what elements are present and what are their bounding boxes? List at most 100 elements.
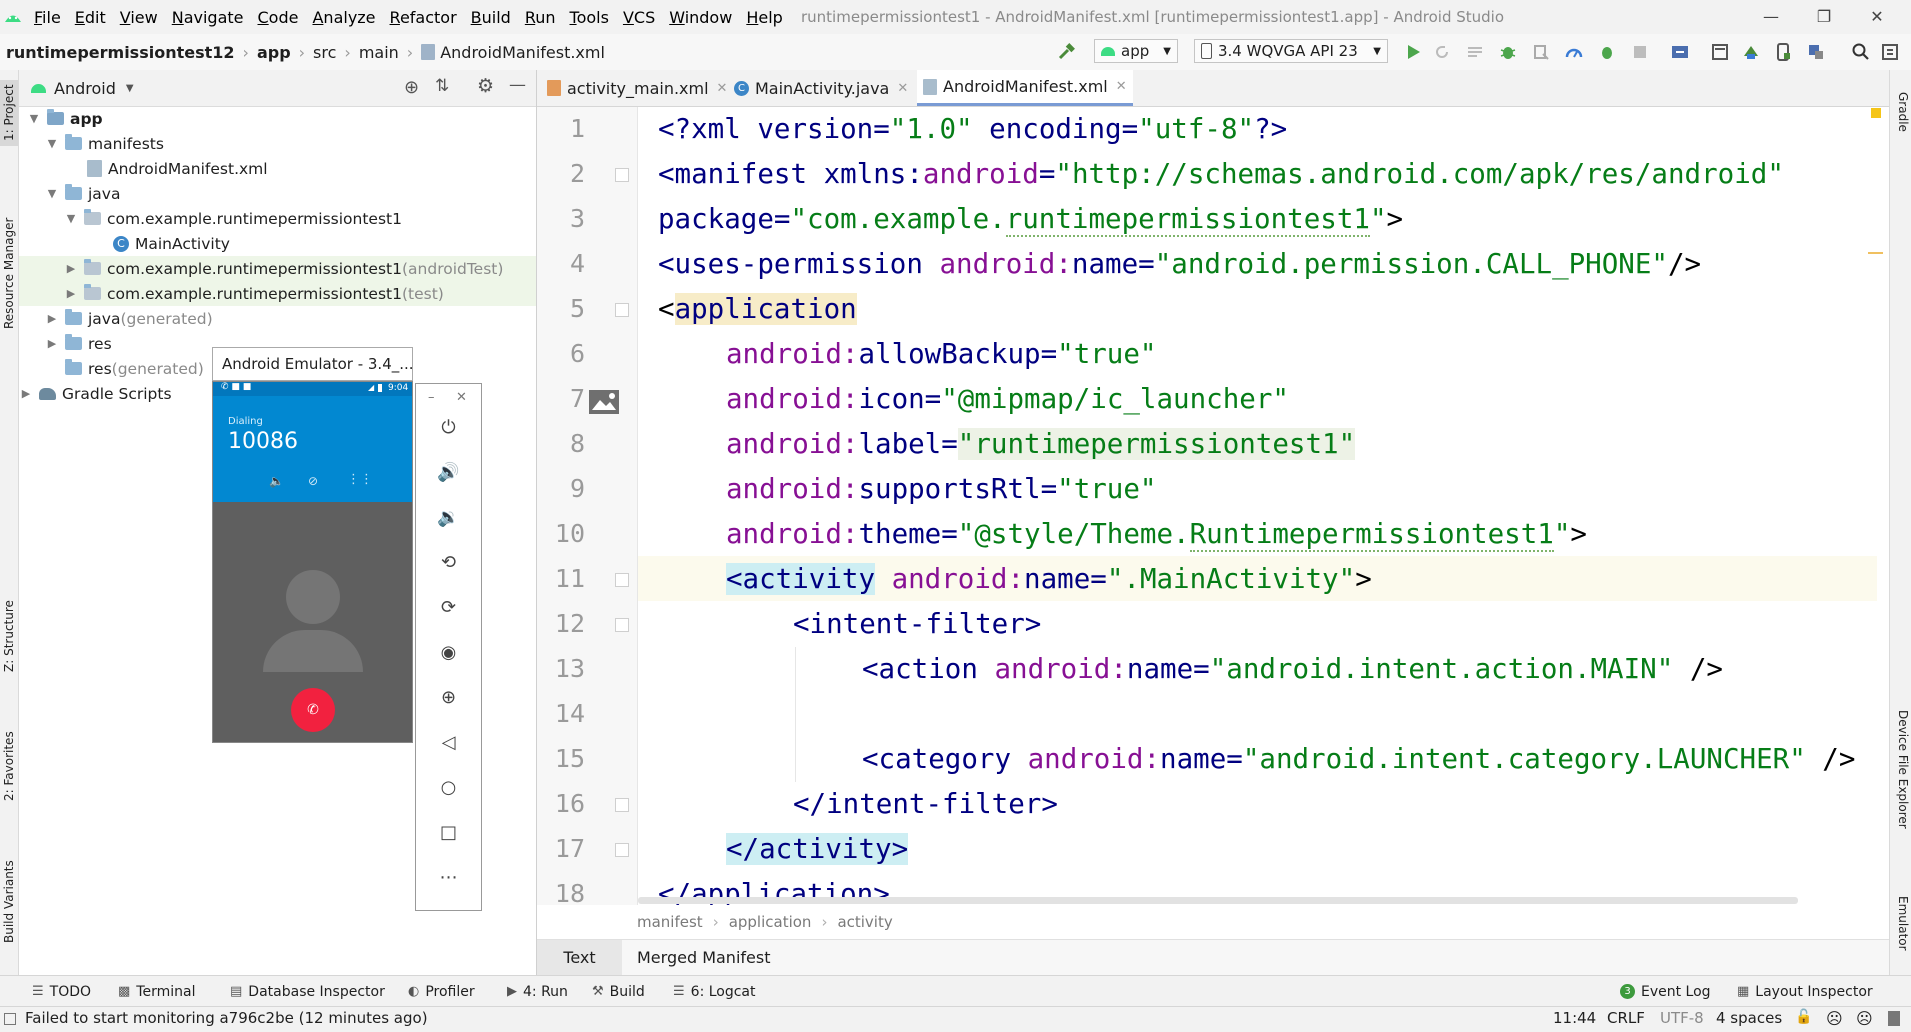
crumb-module[interactable]: app [257,43,291,62]
event-log-tool-button[interactable]: 3 Event Log [1620,976,1711,1007]
structure-tool-button[interactable]: Z: Structure [0,590,18,682]
todo-tool-button[interactable]: ☰ TODO [32,976,91,1007]
collapsed-arrow-icon[interactable]: ▶ [64,287,78,300]
attach-process-icon[interactable] [1597,42,1617,62]
stop-icon[interactable] [1630,42,1650,62]
overview-icon[interactable]: □ [416,822,481,843]
crumb-file[interactable]: AndroidManifest.xml [440,43,605,62]
crumb-main[interactable]: main [359,43,399,62]
emulator-tool-button[interactable]: Emulator [1892,896,1910,966]
collapsed-arrow-icon[interactable]: ▶ [45,312,59,325]
tree-item-java[interactable]: ▼ java [19,181,536,206]
build-variants-tool-button[interactable]: Build Variants [0,850,18,954]
expanded-arrow-icon[interactable]: ▼ [27,112,41,125]
fold-toggle-icon[interactable] [615,618,629,632]
hide-panel-icon[interactable]: — [509,75,526,95]
account-icon[interactable] [1880,42,1900,62]
speaker-icon[interactable]: 🔈 [269,474,284,488]
crumb-src[interactable]: src [313,43,336,62]
settings-gear-icon[interactable]: ⚙ [477,75,494,97]
resource-manager-tool-button[interactable]: Resource Manager [0,208,18,338]
run-icon[interactable] [1403,42,1423,62]
sdk-manager-icon[interactable] [1741,42,1761,62]
profiler-tool-button[interactable]: ◐ Profiler [408,976,475,1007]
emulator-close-icon[interactable]: ✕ [456,390,467,405]
tree-item-manifests[interactable]: ▼ manifests [19,131,536,156]
close-window-button[interactable]: ✕ [1862,6,1892,28]
tab-androidmanifest[interactable]: AndroidManifest.xml ✕ [917,70,1133,106]
device-select[interactable]: 3.4 WQVGA API 23 ▼ [1194,39,1388,63]
line-separator[interactable]: CRLF [1607,1009,1645,1027]
device-manager-icon[interactable] [1773,42,1793,62]
tree-item-androidmanifest[interactable]: AndroidManifest.xml [19,156,536,181]
indent-setting[interactable]: 4 spaces [1716,1009,1782,1027]
more-icon[interactable]: ⋯ [416,867,481,888]
apply-code-changes-icon[interactable] [1465,42,1485,62]
collapsed-arrow-icon[interactable]: ▶ [45,337,59,350]
logcat-tool-button[interactable]: ☰ 6: Logcat [673,976,756,1007]
menu-analyze[interactable]: Analyze [312,8,375,27]
breadcrumb-manifest[interactable]: manifest [637,913,703,931]
close-tab-icon[interactable]: ✕ [1116,79,1127,94]
menu-code[interactable]: Code [258,8,299,27]
minimize-button[interactable]: — [1756,6,1786,28]
status-message[interactable]: Failed to start monitoring a796c2be (12 … [25,1009,428,1027]
fold-toggle-icon[interactable] [615,573,629,587]
expanded-arrow-icon[interactable]: ▼ [64,212,78,225]
run-config-select[interactable]: app ▼ [1094,39,1178,63]
expanded-arrow-icon[interactable]: ▼ [45,137,59,150]
run-tool-button[interactable]: ▶ 4: Run [507,976,568,1007]
caret-position[interactable]: 11:44 [1553,1009,1596,1027]
avd-manager-icon[interactable] [1710,42,1730,62]
close-tab-icon[interactable]: ✕ [897,81,908,96]
tree-item-package-androidtest[interactable]: ▶ com.example.runtimepermissiontest1 (an… [19,256,536,281]
project-structure-icon[interactable] [1806,42,1826,62]
menu-tools[interactable]: Tools [570,8,609,27]
crumb-project[interactable]: runtimepermissiontest12 [6,43,235,62]
menu-navigate[interactable]: Navigate [172,8,244,27]
camera-icon[interactable]: ◉ [416,642,481,663]
breadcrumb-activity[interactable]: activity [837,913,892,931]
favorites-tool-button[interactable]: 2: Favorites [0,718,18,814]
horizontal-scrollbar[interactable] [638,897,1798,904]
project-tool-button[interactable]: 1: Project [0,80,18,146]
status-square-icon[interactable] [4,1013,16,1025]
tree-item-java-generated[interactable]: ▶ java (generated) [19,306,536,331]
apply-changes-icon[interactable] [1432,42,1452,62]
terminal-tool-button[interactable]: ▩ Terminal [118,976,195,1007]
menu-help[interactable]: Help [746,8,782,27]
tree-item-app[interactable]: ▼ app [19,106,536,131]
fold-end-icon[interactable] [615,798,629,812]
attach-debugger-icon[interactable] [1531,42,1551,62]
database-inspector-tool-button[interactable]: ▤ Database Inspector [230,976,385,1007]
rotate-right-icon[interactable]: ⟳ [416,597,481,618]
zoom-icon[interactable]: ⊕ [416,687,481,708]
mute-icon[interactable]: ⊘ [308,474,318,488]
file-encoding[interactable]: UTF-8 [1660,1009,1704,1027]
emulator-title[interactable]: Android Emulator - 3.4_... [212,347,413,381]
end-call-button[interactable]: ✆ [291,688,335,732]
dialpad-icon[interactable]: ⋮⋮ [347,472,373,487]
menu-edit[interactable]: Edit [75,8,106,27]
sync-project-icon[interactable] [1670,42,1690,62]
close-tab-icon[interactable]: ✕ [717,81,728,96]
rotate-left-icon[interactable]: ⟲ [416,552,481,573]
make-project-hammer-icon[interactable] [1056,42,1076,62]
gradle-tool-button[interactable]: Gradle [1892,92,1910,152]
build-tool-button[interactable]: ⚒ Build [592,976,645,1007]
tree-item-package-main[interactable]: ▼ com.example.runtimepermissiontest1 [19,206,536,231]
menu-view[interactable]: View [120,8,158,27]
menu-vcs[interactable]: VCS [623,8,655,27]
warning-stripe-mark[interactable] [1868,252,1883,254]
debug-icon[interactable] [1498,42,1518,62]
tree-item-package-test[interactable]: ▶ com.example.runtimepermissiontest1 (te… [19,281,536,306]
collapsed-arrow-icon[interactable]: ▶ [19,387,33,400]
menu-refactor[interactable]: Refactor [390,8,457,27]
locate-icon[interactable]: ⊕ [404,77,419,98]
home-icon[interactable]: ○ [416,777,481,798]
tab-merged-manifest[interactable]: Merged Manifest [629,940,778,975]
project-view-select[interactable]: Android ▼ [31,70,134,106]
fold-toggle-icon[interactable] [615,168,629,182]
fold-end-icon[interactable] [615,843,629,857]
search-icon[interactable] [1851,42,1871,62]
